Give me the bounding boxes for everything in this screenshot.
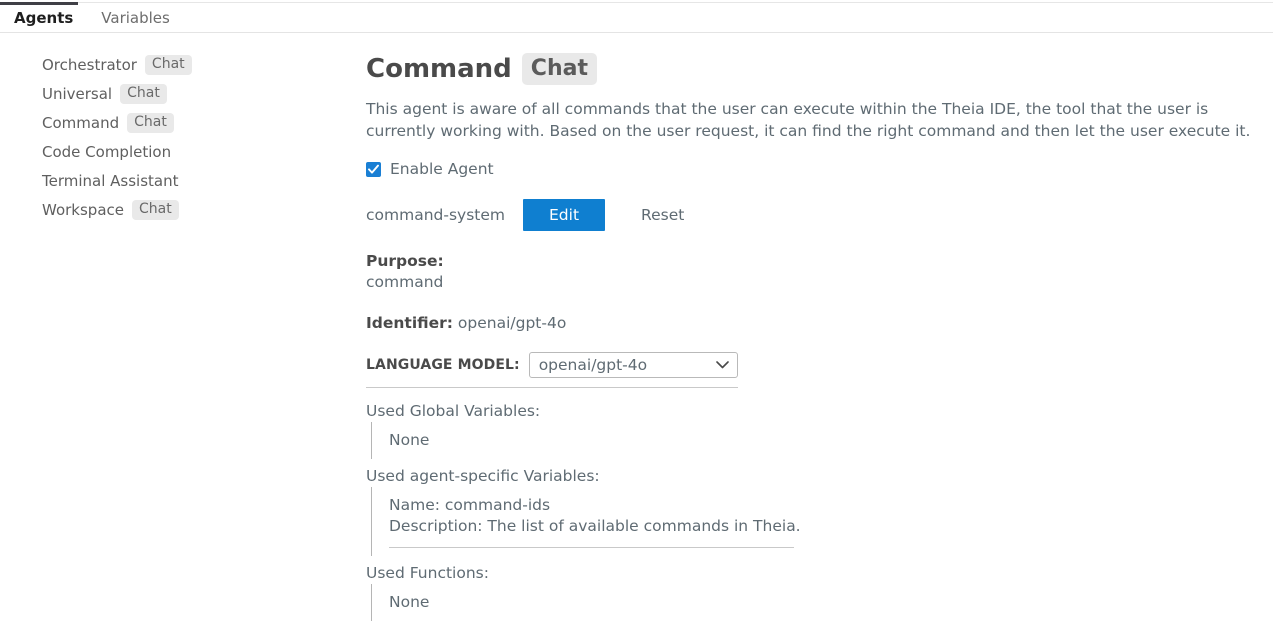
- purpose-block: Purpose: command: [366, 251, 1273, 293]
- global-variables-section: Used Global Variables: None: [366, 400, 1273, 459]
- sidebar-item-universal[interactable]: Universal Chat: [0, 79, 350, 108]
- agent-variables-content: Name: command-ids Description: The list …: [371, 487, 1273, 556]
- global-variables-value: None: [389, 430, 1273, 451]
- purpose-value: command: [366, 272, 1273, 293]
- agent-detail-panel: Command Chat This agent is aware of all …: [366, 33, 1273, 621]
- agent-list: Orchestrator Chat Universal Chat Command…: [0, 50, 350, 224]
- identifier-label: Identifier:: [366, 314, 453, 332]
- tab-agents[interactable]: Agents: [0, 8, 87, 28]
- identifier-value: openai/gpt-4o: [458, 314, 566, 332]
- content-area: Orchestrator Chat Universal Chat Command…: [0, 33, 1273, 575]
- functions-content: None: [371, 584, 1273, 621]
- agent-description: This agent is aware of all commands that…: [366, 98, 1271, 142]
- global-variables-label: Used Global Variables:: [366, 400, 1273, 422]
- functions-label: Used Functions:: [366, 562, 1273, 584]
- reset-button[interactable]: Reset: [631, 199, 694, 231]
- agent-label: Command: [42, 114, 119, 132]
- prompt-template-name: command-system: [366, 206, 505, 224]
- sidebar-item-code-completion[interactable]: Code Completion: [0, 137, 350, 166]
- page-title-row: Command Chat: [366, 53, 1273, 85]
- agent-variables-label: Used agent-specific Variables:: [366, 465, 1273, 487]
- agent-label: Code Completion: [42, 143, 171, 161]
- agent-variable-description: Description: The list of available comma…: [389, 516, 1273, 537]
- page-title-badge: Chat: [522, 53, 597, 85]
- agent-label: Orchestrator: [42, 56, 137, 74]
- purpose-label: Purpose:: [366, 251, 1273, 272]
- language-model-select[interactable]: openai/gpt-4o: [529, 352, 738, 378]
- enable-agent-label[interactable]: Enable Agent: [390, 160, 494, 178]
- identifier-row: Identifier: openai/gpt-4o: [366, 313, 1273, 334]
- language-model-divider: [366, 387, 738, 388]
- sidebar-item-command[interactable]: Command Chat: [0, 108, 350, 137]
- global-variables-content: None: [371, 422, 1273, 459]
- sidebar-item-terminal-assistant[interactable]: Terminal Assistant: [0, 166, 350, 195]
- sidebar-item-orchestrator[interactable]: Orchestrator Chat: [0, 50, 350, 79]
- agent-label: Terminal Assistant: [42, 172, 179, 190]
- agent-label: Workspace: [42, 201, 124, 219]
- page-title: Command: [366, 54, 512, 84]
- sidebar-item-workspace[interactable]: Workspace Chat: [0, 195, 350, 224]
- language-model-selected-value: openai/gpt-4o: [539, 356, 647, 374]
- tab-bar: Agents Variables: [0, 0, 1273, 33]
- edit-button[interactable]: Edit: [523, 199, 605, 231]
- enable-agent-row: Enable Agent: [366, 160, 1273, 178]
- active-tab-indicator: [0, 2, 78, 5]
- tab-list: Agents Variables: [0, 8, 184, 28]
- functions-section: Used Functions: None: [366, 562, 1273, 621]
- agent-variables-section: Used agent-specific Variables: Name: com…: [366, 465, 1273, 556]
- agent-label: Universal: [42, 85, 112, 103]
- functions-value: None: [389, 592, 1273, 613]
- agent-badge: Chat: [120, 84, 167, 104]
- tab-variables[interactable]: Variables: [87, 8, 184, 28]
- chevron-down-icon: [716, 361, 729, 369]
- prompt-template-row: command-system Edit Reset: [366, 199, 1273, 231]
- agent-badge: Chat: [145, 55, 192, 75]
- agent-badge: Chat: [132, 200, 179, 220]
- agent-badge: Chat: [127, 113, 174, 133]
- tab-bar-divider: [0, 2, 1273, 3]
- agent-variable-name: Name: command-ids: [389, 495, 1273, 516]
- check-icon: [368, 164, 379, 175]
- language-model-row: LANGUAGE MODEL: openai/gpt-4o: [366, 352, 738, 378]
- language-model-block: LANGUAGE MODEL: openai/gpt-4o: [366, 352, 738, 388]
- agent-variable-divider: [389, 547, 794, 548]
- enable-agent-checkbox[interactable]: [366, 162, 381, 177]
- language-model-label: LANGUAGE MODEL:: [366, 357, 520, 373]
